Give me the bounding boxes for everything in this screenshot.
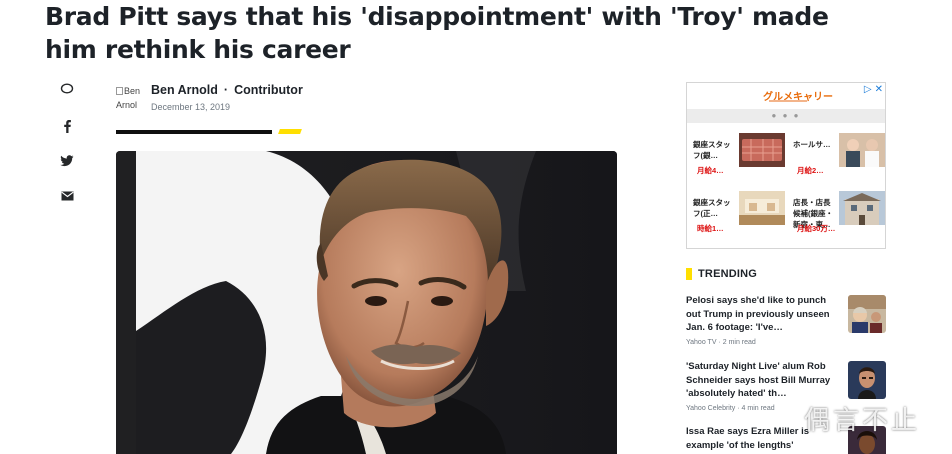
facebook-share-button[interactable] xyxy=(56,119,78,141)
email-icon xyxy=(60,191,74,201)
email-share-button[interactable] xyxy=(56,191,78,213)
publish-date: December 13, 2019 xyxy=(151,102,231,112)
broken-image-icon xyxy=(116,87,123,95)
trending-item-title[interactable]: 'Saturday Night Live' alum Rob Schneider… xyxy=(686,360,838,401)
adchoices-icon[interactable]: ▷ xyxy=(864,84,872,95)
watermark: 偶言不止 xyxy=(804,406,921,436)
trending-item-thumbnail[interactable] xyxy=(848,295,886,333)
advertisement[interactable]: グルメキャリー ▷ ✕ ● ● ● 銀座スタッフ(銀… 月給4… ホールサ… 月給… xyxy=(686,82,886,249)
trending-item-title[interactable]: Pelosi says she'd like to punch out Trum… xyxy=(686,294,838,335)
hero-image[interactable] xyxy=(116,151,617,454)
comment-icon xyxy=(60,83,74,94)
twitter-share-button[interactable] xyxy=(56,155,78,177)
byline-accent xyxy=(278,129,302,134)
trending-item-source: Yahoo Celebrity xyxy=(686,404,736,412)
trending-item-meta: Yahoo TV · 2 min read xyxy=(686,338,756,346)
share-sidebar xyxy=(56,80,78,227)
ad-item[interactable]: 銀座スタッフ(正… 時給1… xyxy=(687,189,785,244)
ad-item[interactable]: 店長・店長候補(銀座・新宿・東… 月給30万… xyxy=(787,189,885,244)
author-role: Contributor xyxy=(234,83,303,97)
author-name-link[interactable]: Ben Arnold xyxy=(151,83,218,97)
ad-item[interactable]: ホールサ… 月給2… xyxy=(787,131,885,186)
author-avatar[interactable]: Ben Arnol xyxy=(116,84,140,130)
ad-item[interactable]: 銀座スタッフ(銀… 月給4… xyxy=(687,131,785,186)
article-title: Brad Pitt says that his 'disappointment'… xyxy=(45,2,829,64)
trending-item-read-time: 2 min read xyxy=(722,338,756,346)
ad-item-image xyxy=(739,191,785,225)
trending-item-read-time: 4 min read xyxy=(741,404,775,412)
trending-item[interactable]: Pelosi says she'd like to punch out Trum… xyxy=(686,294,886,346)
trending-accent xyxy=(686,268,692,280)
ad-close-icon[interactable]: ✕ xyxy=(875,84,883,95)
trending-item-source: Yahoo TV xyxy=(686,338,717,346)
ad-logo-underline xyxy=(769,100,807,102)
ad-item-title: 銀座スタッフ(銀… xyxy=(693,140,731,160)
hero-photo-illustration xyxy=(116,151,617,454)
ad-item-price: 月給4… xyxy=(697,166,724,175)
byline: Ben Arnold · Contributor xyxy=(151,83,303,97)
byline-separator: · xyxy=(223,83,229,97)
ad-item-title: 銀座スタッフ(正… xyxy=(693,198,731,218)
ad-item-price: 時給1… xyxy=(697,224,724,233)
ad-item-image xyxy=(839,133,885,167)
ad-item-title: ホールサ… xyxy=(793,140,831,149)
comment-button[interactable] xyxy=(56,83,78,105)
ad-item-price: 月給30万… xyxy=(797,224,836,233)
ad-choices[interactable]: ▷ ✕ xyxy=(861,84,883,95)
ad-item-image xyxy=(839,191,885,225)
ad-carousel-dots[interactable]: ● ● ● xyxy=(687,109,885,123)
byline-divider xyxy=(116,130,272,134)
ad-item-image xyxy=(739,133,785,167)
facebook-icon xyxy=(64,120,71,133)
ad-item-price: 月給2… xyxy=(797,166,824,175)
trending-item-thumbnail[interactable] xyxy=(848,361,886,399)
trending-heading: TRENDING xyxy=(698,268,758,280)
twitter-icon xyxy=(60,155,74,167)
